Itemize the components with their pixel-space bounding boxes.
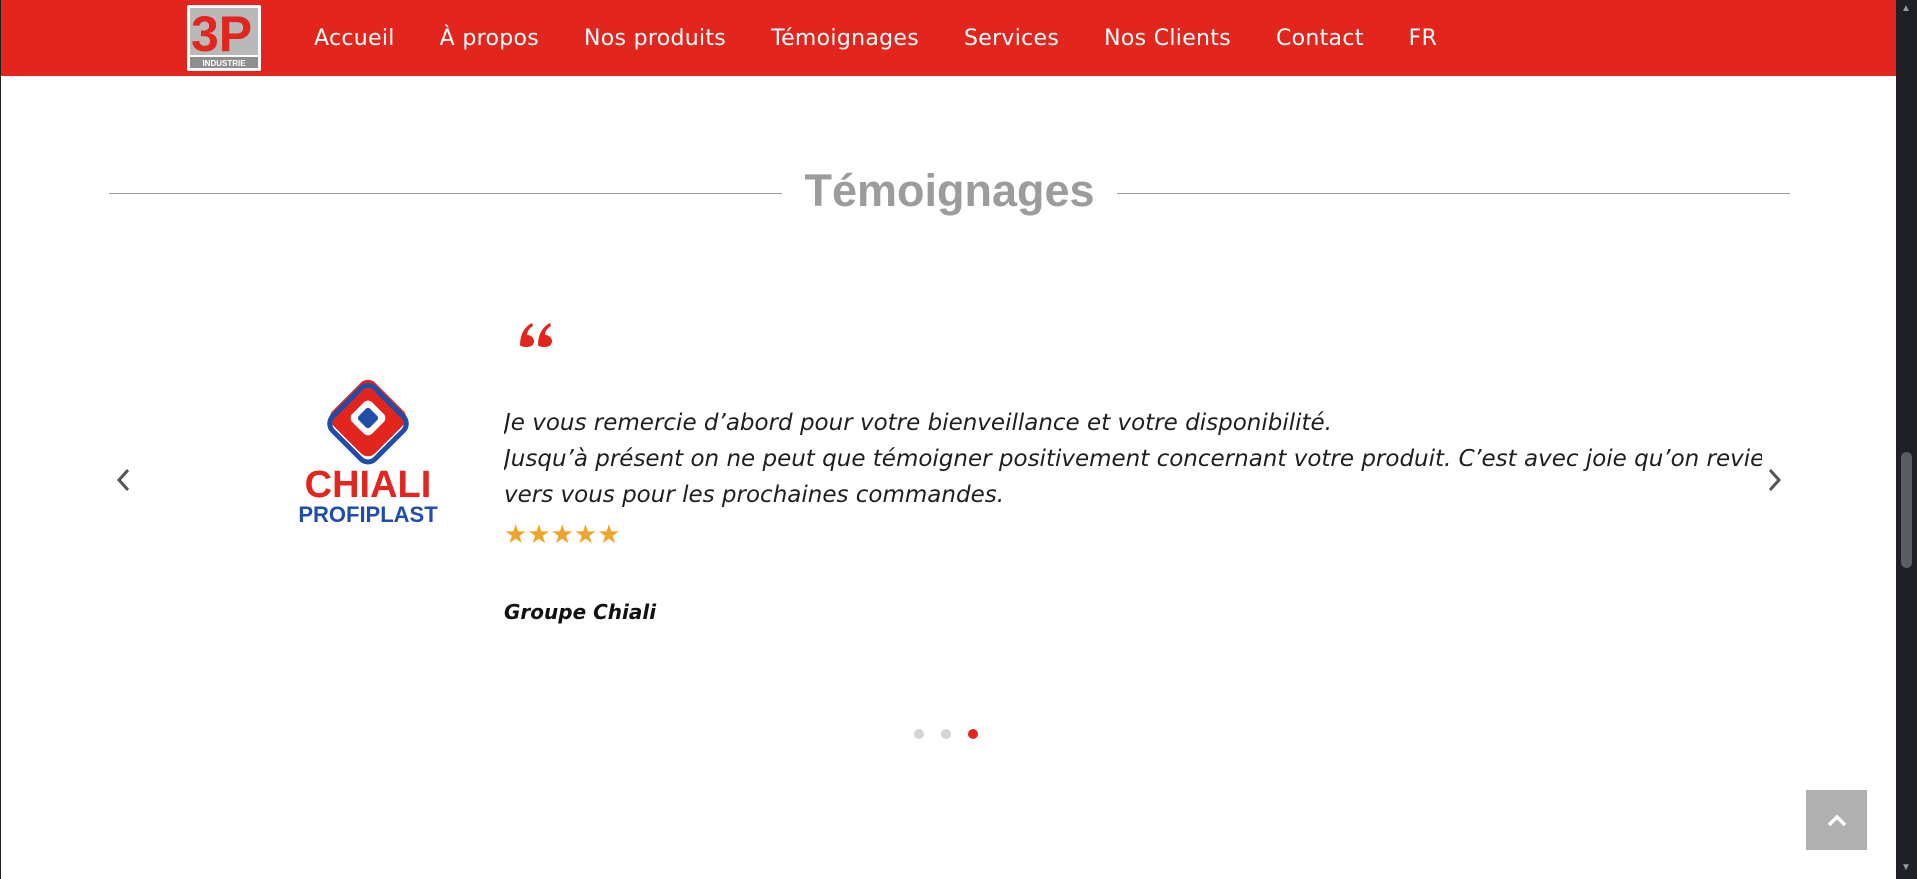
scroll-down-icon[interactable]: ▼ <box>1901 862 1911 873</box>
nav-menu: Accueil À propos Nos produits Témoignage… <box>314 0 1482 76</box>
navbar: 3P INDUSTRIE Accueil À propos Nos produi… <box>1 0 1897 76</box>
quote-line: vers vous pour les prochaines commandes. <box>504 482 1005 508</box>
carousel-prev-button[interactable] <box>109 460 139 500</box>
chevron-left-icon <box>116 468 130 492</box>
nav-item-contact[interactable]: Contact <box>1276 26 1364 51</box>
section-title: Témoignages <box>804 165 1095 216</box>
chevron-up-icon <box>1827 814 1846 827</box>
client-logo-name: CHIALI <box>305 464 432 506</box>
page-scrollbar[interactable]: ▲ ▼ <box>1896 0 1917 879</box>
quote-line: Je vous remercie d’abord pour votre bien… <box>504 410 1332 436</box>
title-divider-left <box>109 193 782 194</box>
title-divider-right <box>1117 193 1790 194</box>
testimonial-quote: Je vous remercie d’abord pour votre bien… <box>504 405 1762 513</box>
nav-item-accueil[interactable]: Accueil <box>314 26 395 51</box>
scroll-up-icon[interactable]: ▲ <box>1901 3 1911 14</box>
scroll-thumb[interactable] <box>1901 452 1912 568</box>
rating-stars: ★★★★★ <box>504 520 621 550</box>
chevron-right-icon <box>1768 468 1782 492</box>
nav-item-temoignages[interactable]: Témoignages <box>771 26 919 51</box>
logo-subtext: INDUSTRIE <box>202 59 246 68</box>
carousel-indicators <box>914 729 995 739</box>
carousel-dot-3[interactable] <box>968 729 978 739</box>
carousel-dot-2[interactable] <box>941 729 951 739</box>
quote-icon <box>516 315 556 351</box>
nav-item-nos-produits[interactable]: Nos produits <box>584 26 726 51</box>
carousel-dot-1[interactable] <box>914 729 924 739</box>
back-to-top-button[interactable] <box>1806 790 1867 850</box>
logo-numeral: 3P <box>191 6 252 62</box>
quote-line: Jusqu’à présent on ne peut que témoigner… <box>504 446 1762 472</box>
nav-item-language[interactable]: FR <box>1409 26 1438 51</box>
carousel-next-button[interactable] <box>1759 460 1789 500</box>
nav-item-services[interactable]: Services <box>964 26 1059 51</box>
nav-item-a-propos[interactable]: À propos <box>440 26 539 51</box>
page: 3P INDUSTRIE Accueil À propos Nos produi… <box>0 0 1897 879</box>
brand-logo[interactable]: 3P INDUSTRIE <box>187 5 261 71</box>
nav-item-nos-clients[interactable]: Nos Clients <box>1104 26 1231 51</box>
client-logo-subname: PROFIPLAST <box>298 502 438 527</box>
testimonial-author: Groupe Chiali <box>504 600 657 624</box>
client-logo: CHIALI PROFIPLAST <box>296 376 446 536</box>
